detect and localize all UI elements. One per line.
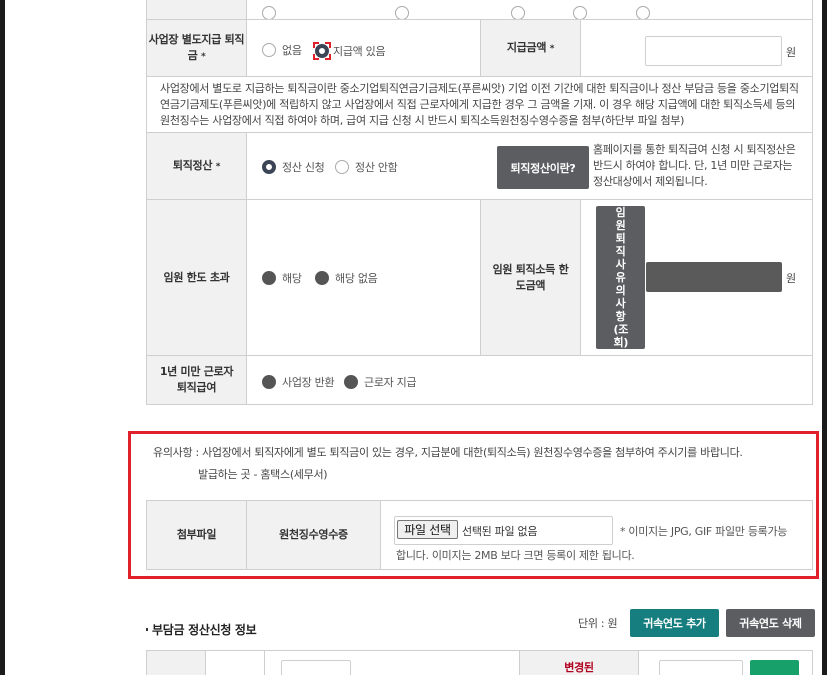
radio-option-settle-none[interactable]: 정산 안함	[335, 159, 398, 175]
radio-has-amount-icon[interactable]	[315, 44, 329, 58]
radio-return-company-label: 사업장 반환	[282, 376, 335, 389]
radio-exec-no-label: 해당 없음	[335, 272, 378, 285]
required-mark: *	[549, 43, 555, 54]
radio-exec-yes-label: 해당	[282, 272, 302, 285]
burden-partial-header: 변경된	[519, 650, 639, 675]
exec-limit-input	[646, 262, 782, 292]
radio-exec-yes-icon	[262, 271, 276, 285]
radio-settle-none-label: 정산 안함	[355, 161, 398, 174]
required-mark: *	[200, 51, 206, 62]
attachment-doc-label: 원천징수영수증	[246, 500, 381, 570]
burden-year-input[interactable]	[281, 660, 351, 675]
burden-title: 부담금 정산신청 정보	[152, 623, 257, 637]
window-frame-left	[0, 0, 5, 675]
burden-table-col-1	[146, 650, 206, 675]
radio-cutoff-1	[262, 6, 276, 20]
radio-option-exec-yes: 해당	[262, 270, 302, 286]
window-frame-right	[822, 0, 827, 675]
burden-partial-header-text: 변경된	[564, 661, 594, 674]
exec-limit-label: 임원 퇴직소득 한도금액	[480, 199, 581, 356]
notice-text: 사업장에서 별도로 지급하는 퇴직금이란 중소기업퇴직연금기금제도(푸른씨앗) …	[160, 82, 799, 127]
radio-none-icon[interactable]	[262, 43, 276, 57]
radio-option-has-amount[interactable]: 지급액 있음	[313, 42, 386, 60]
radio-cutoff-3	[511, 6, 525, 20]
radio-option-pay-worker: 근로자 지급	[344, 374, 417, 390]
exec-excess-label: 임원 한도 초과	[146, 199, 247, 356]
radio-option-settle-apply[interactable]: 정산 신청	[262, 159, 325, 175]
pay-amount-input[interactable]	[645, 36, 782, 66]
radio-pay-worker-label: 근로자 지급	[364, 376, 417, 389]
file-note: * 이미지는 JPG, GIF 파일만 등록가능합니다. 이미지는 2MB 보다…	[396, 525, 788, 562]
required-mark: *	[215, 161, 221, 172]
exec-lookup-button[interactable]: 임원퇴직사유의사항(조회)	[596, 206, 645, 349]
radio-has-amount-label: 지급액 있음	[333, 45, 386, 58]
radio-settle-apply-icon[interactable]	[262, 160, 276, 174]
exec-lookup-button-label: 임원퇴직사유의사항(조회)	[613, 206, 629, 349]
radio-none-label: 없음	[282, 44, 302, 57]
radio-settle-none-icon[interactable]	[335, 160, 349, 174]
burden-row-button[interactable]	[750, 660, 799, 675]
radio-focus-ring	[313, 42, 331, 60]
attachment-row-label-text: 첨부파일	[176, 528, 217, 541]
radio-cutoff-4	[573, 6, 587, 20]
attachment-row-label: 첨부파일	[146, 500, 247, 570]
pay-amount-label: 지급금액 *	[480, 19, 581, 77]
row-cutoff-top-label	[146, 0, 247, 20]
burden-amount-input[interactable]	[659, 660, 743, 675]
exec-excess-label-text: 임원 한도 초과	[163, 270, 230, 284]
pay-amount-label-text: 지급금액	[506, 40, 547, 54]
radio-option-none[interactable]: 없음	[262, 42, 302, 58]
radio-pay-worker-icon	[344, 375, 358, 389]
separate-pay-label-text: 사업장 별도지급 퇴직금	[148, 32, 245, 62]
exec-limit-unit: 원	[786, 272, 796, 285]
burden-unit: 단위 : 원	[578, 617, 618, 630]
delete-year-button[interactable]: 귀속연도 삭제	[726, 609, 815, 637]
add-year-button[interactable]: 귀속연도 추가	[630, 609, 719, 637]
settlement-help-button[interactable]: 퇴직정산이란?	[497, 146, 589, 189]
under-one-year-label: 1년 미만 근로자 퇴직급여	[146, 355, 247, 405]
radio-return-company-icon	[262, 375, 276, 389]
radio-exec-no-icon	[315, 271, 329, 285]
attachment-doc-label-text: 원천징수영수증	[279, 528, 348, 541]
attachment-issuer: 발급하는 곳 - 홈택스(세무서)	[198, 468, 328, 481]
settlement-help-text: 홈페이지를 통한 퇴직급여 신청 시 퇴직정산은 반드시 하여야 합니다. 단,…	[593, 143, 796, 188]
radio-option-return-company: 사업장 반환	[262, 374, 335, 390]
radio-settle-apply-label: 정산 신청	[282, 161, 325, 174]
burden-table-col-2	[205, 650, 265, 675]
settlement-label-text: 퇴직정산	[172, 158, 213, 172]
under-one-year-label-text: 1년 미만 근로자 퇴직급여	[159, 365, 234, 394]
exec-limit-label-text: 임원 퇴직소득 한도금액	[492, 262, 569, 292]
burden-title-bullet	[146, 628, 148, 631]
radio-cutoff-5	[636, 6, 650, 20]
attachment-caution: 유의사항 : 사업장에서 퇴직자에게 별도 퇴직금이 있는 경우, 지급분에 대…	[153, 446, 743, 459]
settlement-label: 퇴직정산 *	[146, 132, 247, 200]
pay-amount-unit: 원	[786, 46, 796, 59]
radio-cutoff-2	[395, 6, 409, 20]
separate-pay-label: 사업장 별도지급 퇴직금 *	[146, 19, 247, 77]
radio-option-exec-no: 해당 없음	[315, 270, 378, 286]
